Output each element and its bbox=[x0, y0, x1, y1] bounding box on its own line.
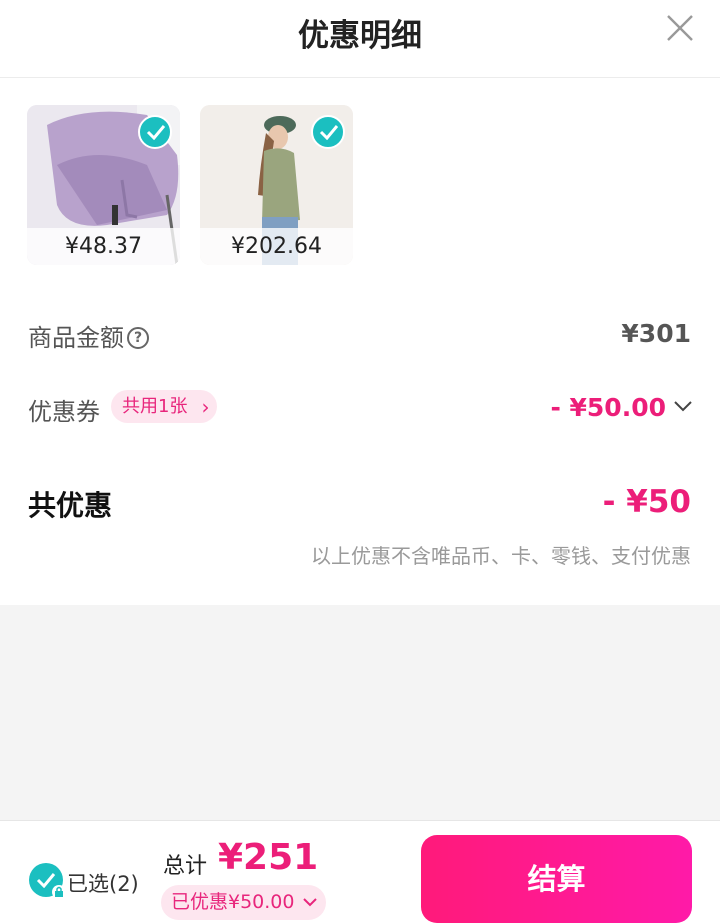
coupon-badge[interactable]: 共用1张 › bbox=[111, 390, 218, 423]
discount-note: 以上优惠不含唯品币、卡、零钱、支付优惠 bbox=[311, 544, 691, 568]
select-all-check-icon[interactable] bbox=[29, 863, 66, 899]
sum-value: ¥251 bbox=[218, 837, 319, 878]
chevron-right-icon: › bbox=[201, 395, 210, 419]
product-thumb[interactable]: ¥202.64 bbox=[200, 105, 353, 265]
product-price: ¥48.37 bbox=[27, 228, 180, 265]
header: 优惠明细 bbox=[0, 0, 720, 78]
sum-label: 总计 bbox=[163, 854, 208, 879]
total-discount-value: - ¥50 bbox=[602, 484, 691, 520]
goods-amount-label: 商品金额? bbox=[28, 318, 149, 353]
help-icon[interactable]: ? bbox=[127, 327, 149, 349]
coupon-value[interactable]: - ¥50.00 bbox=[550, 393, 666, 422]
chevron-down-icon bbox=[303, 898, 318, 907]
page-title: 优惠明细 bbox=[298, 18, 422, 54]
chevron-down-icon[interactable] bbox=[674, 400, 692, 412]
goods-amount-text: 商品金额 bbox=[28, 324, 124, 352]
coupon-badge-text: 共用1张 bbox=[122, 396, 188, 417]
goods-amount-value: ¥301 bbox=[621, 319, 691, 348]
saved-badge[interactable]: 已优惠¥50.00 bbox=[161, 885, 327, 920]
lock-icon bbox=[52, 885, 66, 899]
check-icon[interactable] bbox=[311, 115, 345, 149]
coupon-label: 优惠券 bbox=[28, 398, 100, 426]
discount-detail-sheet: 优惠明细 ¥48.37 ¥202.64 商品金额 ? ¥301 优惠券 共用1张… bbox=[0, 0, 720, 605]
check-icon[interactable] bbox=[138, 115, 172, 149]
close-icon[interactable] bbox=[662, 10, 698, 46]
product-thumb[interactable]: ¥48.37 bbox=[27, 105, 180, 265]
checkout-button[interactable]: 结算 bbox=[421, 835, 692, 923]
checkout-bar: 已选(2) 总计 ¥251 已优惠¥50.00 结算 bbox=[0, 820, 720, 923]
product-price: ¥202.64 bbox=[200, 228, 353, 265]
selected-count[interactable]: 已选(2) bbox=[67, 868, 139, 898]
total-discount-label: 共优惠 bbox=[28, 489, 113, 522]
saved-text: 已优惠¥50.00 bbox=[171, 891, 295, 913]
